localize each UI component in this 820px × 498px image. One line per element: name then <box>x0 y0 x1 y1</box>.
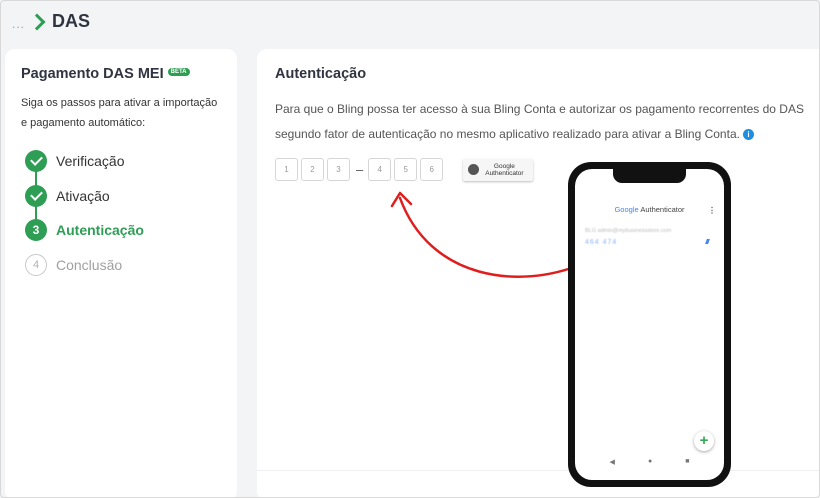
app-title-brand: Google <box>614 205 639 214</box>
step-verificacao: Verificação <box>25 150 144 186</box>
authenticator-badge-text: Google Authenticator <box>485 163 523 177</box>
beta-badge: BETA <box>167 68 190 77</box>
back-icon: ◀ <box>609 459 615 466</box>
add-icon: + <box>694 431 714 451</box>
check-icon <box>29 187 43 201</box>
step-autenticacao: 3 Autenticação <box>25 219 144 254</box>
google-authenticator-badge[interactable]: Google Authenticator <box>463 158 534 181</box>
step-number-circle: 3 <box>25 219 47 241</box>
authenticator-app-title: Google Authenticator <box>575 205 724 214</box>
info-icon[interactable]: i <box>742 129 754 141</box>
otp-code: 464 474 <box>585 239 618 246</box>
authenticator-badge-line2: Authenticator <box>485 169 524 177</box>
main-panel: Autenticação Para que o Bling possa ter … <box>257 49 819 497</box>
instructions-line: Para que o Bling possa ter acesso à sua … <box>275 102 804 116</box>
divider <box>257 470 819 471</box>
home-icon: ● <box>647 458 653 465</box>
instructions-line-2: segundo fator de autenticação no mesmo a… <box>275 122 819 147</box>
phone-notch <box>613 169 686 183</box>
code-digit-input[interactable]: 6 <box>420 158 444 181</box>
step-label: Verificação <box>56 153 125 169</box>
code-input-group: 1 2 3 – 4 5 6 Google Authenticator <box>275 158 534 181</box>
breadcrumb: ... DAS <box>12 11 90 32</box>
step-done-circle <box>25 150 47 172</box>
page-title: DAS <box>52 11 91 31</box>
code-digit-input[interactable]: 1 <box>275 158 298 181</box>
step-label: Ativação <box>56 187 110 204</box>
sidebar-title-text: Pagamento DAS MEI <box>21 66 164 82</box>
step-ativacao: Ativação <box>25 184 144 221</box>
code-digit-input[interactable]: 2 <box>301 158 324 181</box>
phone-screen: Google Authenticator ⋮ BLG admin@mybusin… <box>575 169 724 480</box>
step-conclusao: 4 Conclusão <box>25 253 144 289</box>
sidebar-title: Pagamento DAS MEI BETA <box>21 66 190 82</box>
authenticator-badge-line1: Google <box>493 162 515 170</box>
instructions-line-2-text: segundo fator de autenticação no mesmo a… <box>275 127 740 141</box>
sidebar-panel: Pagamento DAS MEI BETA Siga os passos par… <box>5 49 237 497</box>
breadcrumb-ellipsis[interactable]: ... <box>12 17 25 31</box>
phone-mockup: Google Authenticator ⋮ BLG admin@mybusin… <box>568 162 731 487</box>
code-digit-input[interactable]: 4 <box>368 158 392 181</box>
step-connector <box>35 170 37 186</box>
step-label: Conclusão <box>56 256 123 273</box>
authenticator-icon <box>468 164 480 175</box>
chevron-right-icon <box>28 13 46 30</box>
timer-icon <box>705 239 710 244</box>
recent-apps-icon: ■ <box>685 458 690 465</box>
section-title: Autenticação <box>275 66 367 82</box>
instructions-text: Para que o Bling possa ter acesso à sua … <box>275 97 819 147</box>
app-title-rest: Authenticator <box>638 205 685 214</box>
step-number-circle: 4 <box>25 253 47 276</box>
check-icon <box>29 153 43 166</box>
sidebar-description: Siga os passos para ativar a importação … <box>21 97 218 129</box>
step-label: Autenticação <box>56 222 144 238</box>
code-separator: – <box>356 162 364 177</box>
phone-navbar: ◀ ● ■ <box>575 458 724 466</box>
stepper: Verificação Ativação 3 Autenticação 4 Co… <box>25 150 144 288</box>
code-digit-input[interactable]: 5 <box>394 158 418 181</box>
account-line: BLG admin@mybusinessstore.com <box>585 228 672 234</box>
code-digit-input[interactable]: 3 <box>327 158 350 181</box>
more-vert-icon: ⋮ <box>708 206 716 215</box>
step-done-circle <box>25 184 47 207</box>
